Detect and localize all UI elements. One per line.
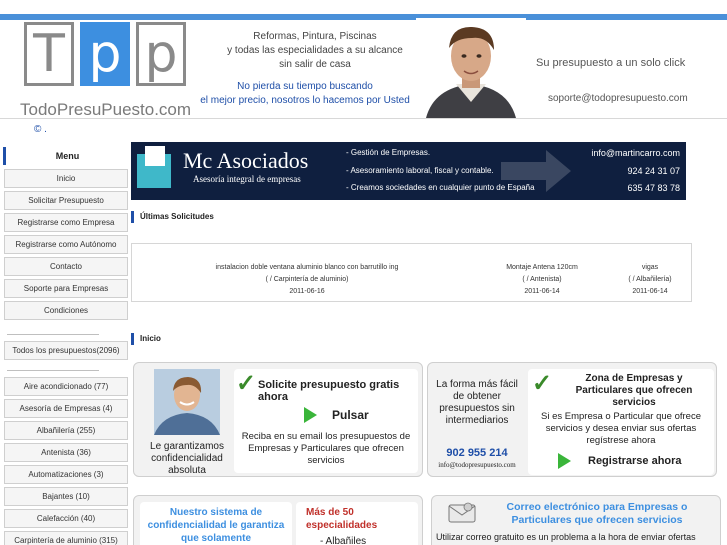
logo-letter-p: p: [136, 22, 186, 86]
register-now-button[interactable]: Registrarse ahora: [588, 455, 682, 467]
header-divider: [0, 118, 727, 119]
sidebar-menu-title: Menu: [3, 147, 129, 165]
confidentiality-text: Nuestro sistema de confidencialidad le g…: [147, 507, 285, 544]
sidebar-divider: [7, 334, 99, 335]
request-category: ( / Antenista): [522, 276, 562, 283]
banner-service-line: - Gestión de Empresas.: [346, 148, 431, 157]
email-service-headline: Correo electrónico para Empresas o Parti…: [506, 501, 688, 526]
banner-logo-icon-inner: [145, 146, 165, 166]
smiling-person-photo: [154, 369, 220, 435]
header-highlight: No pierda su tiempo buscando el mejor pr…: [190, 80, 420, 108]
sidebar-item-soporte-empresas[interactable]: Soporte para Empresas: [4, 279, 128, 298]
contact-phone: 902 955 214: [446, 447, 508, 459]
banner-phone: 635 47 83 78: [627, 183, 680, 193]
specialty-item: - Albañiles: [320, 536, 367, 545]
sidebar-item-registrarse-empresa[interactable]: Registrarse como Empresa: [4, 213, 128, 232]
email-service-description: Utilizar correo gratuito es un problema …: [436, 532, 696, 542]
confidentiality-note: Le garantizamos confidencialidad absolut…: [150, 441, 224, 476]
sidebar: Menu Inicio Solicitar Presupuesto Regist…: [3, 147, 129, 545]
confidentiality-panel: Nuestro sistema de confidencialidad le g…: [133, 495, 423, 545]
request-budget-description: Reciba en su email los presupuestos de E…: [241, 431, 411, 466]
request-date: 2011-06-14: [524, 288, 560, 295]
business-zone-headline: Zona de Empresas y Particulares que ofre…: [575, 373, 693, 408]
request-budget-panel[interactable]: Le garantizamos confidencialidad absolut…: [133, 362, 423, 477]
checkmark-icon: ✓: [532, 370, 553, 397]
confidentiality-card: Nuestro sistema de confidencialidad le g…: [140, 502, 292, 545]
email-service-panel[interactable]: Correo electrónico para Empresas o Parti…: [431, 495, 721, 545]
advertising-banner[interactable]: Mc Asociados Asesoría integral de empres…: [131, 142, 686, 200]
banner-phone: 924 24 31 07: [627, 166, 680, 176]
highlight-line: el mejor precio, nosotros lo hacemos por…: [200, 95, 410, 106]
business-zone-card[interactable]: ✓ Zona de Empresas y Particulares que of…: [528, 369, 714, 475]
specialties-title: Más de 50 especialidades: [306, 507, 378, 531]
business-zone-panel[interactable]: La forma más fácil de obtener presupuest…: [427, 362, 717, 477]
easy-way-note: La forma más fácil de obtener presupuest…: [436, 379, 518, 426]
category-item[interactable]: Carpintería de aluminio (315): [4, 531, 128, 545]
banner-arrow-graphic: [501, 150, 571, 192]
highlight-line: No pierda su tiempo buscando: [237, 81, 373, 92]
pulsar-button[interactable]: Pulsar: [332, 408, 369, 422]
tagline-line: y todas las especialidades a su alcance: [227, 45, 403, 56]
request-date: 2011-06-16: [289, 288, 325, 295]
checkmark-icon: ✓: [236, 370, 257, 397]
request-title[interactable]: Montaje Antena 120cm: [482, 262, 602, 274]
category-item[interactable]: Albañilería (255): [4, 421, 128, 440]
request-category: ( / Albañilería): [628, 276, 672, 283]
sidebar-item-inicio[interactable]: Inicio: [4, 169, 128, 188]
logo-letter-p-highlight: p: [80, 22, 130, 86]
request-budget-headline: Solicite presupuesto gratis ahora: [258, 379, 400, 403]
request-item[interactable]: Montaje Antena 120cm ( / Antenista) 2011…: [482, 262, 602, 298]
top-accent-bar: [0, 14, 727, 20]
play-arrow-icon: [304, 407, 317, 423]
banner-service-line: - Asesoramiento laboral, fiscal y contab…: [346, 166, 494, 175]
play-arrow-icon: [558, 453, 571, 469]
requests-section-title: Últimas Solicitudes: [131, 211, 214, 223]
banner-brand: Mc Asociados: [183, 148, 309, 173]
category-item[interactable]: Calefacción (40): [4, 509, 128, 528]
breadcrumb: © .: [34, 124, 47, 135]
category-item[interactable]: Asesoría de Empresas (4): [4, 399, 128, 418]
support-email-link[interactable]: soporte@todopresupuesto.com: [548, 93, 688, 104]
site-logo[interactable]: T p p TodoPresuPuesto.com: [20, 22, 192, 122]
logo-letter-t: T: [24, 22, 74, 86]
home-section-title: Inicio: [131, 333, 161, 345]
request-budget-card[interactable]: ✓ Solicite presupuesto gratis ahora Puls…: [234, 369, 418, 473]
header-slogan: Su presupuesto a un solo click: [536, 57, 686, 69]
banner-email: info@martincarro.com: [591, 148, 680, 158]
category-item[interactable]: Automatizaciones (3): [4, 465, 128, 484]
envelope-icon: [448, 501, 476, 525]
sidebar-item-condiciones[interactable]: Condiciones: [4, 301, 128, 320]
logo-text: TodoPresuPuesto.com: [20, 100, 192, 119]
header-tagline: Reformas, Pintura, Piscinas y todas las …: [205, 30, 425, 72]
category-item[interactable]: Bajantes (10): [4, 487, 128, 506]
requests-list: instalacion doble ventana aluminio blanc…: [131, 243, 692, 302]
category-item[interactable]: Aire acondicionado (77): [4, 377, 128, 396]
banner-subtitle: Asesoría integral de empresas: [193, 174, 301, 184]
sidebar-item-todos-presupuestos[interactable]: Todos los presupuestos(2096): [4, 341, 128, 360]
sidebar-item-contacto[interactable]: Contacto: [4, 257, 128, 276]
request-title[interactable]: vigas: [610, 262, 690, 274]
business-zone-description: Si es Empresa o Particular que ofrece se…: [541, 411, 701, 446]
request-item[interactable]: instalacion doble ventana aluminio blanc…: [194, 262, 420, 298]
category-item[interactable]: Antenista (36): [4, 443, 128, 462]
specialties-card: Más de 50 especialidades - Albañiles: [296, 502, 418, 545]
sidebar-item-registrarse-autonomo[interactable]: Registrarse como Autónomo: [4, 235, 128, 254]
sidebar-divider: [7, 370, 99, 371]
request-category: ( / Carpintería de aluminio): [265, 276, 349, 283]
tagline-line: sin salir de casa: [279, 59, 351, 70]
request-date: 2011-06-14: [632, 288, 668, 295]
tagline-line: Reformas, Pintura, Piscinas: [253, 31, 377, 42]
request-item[interactable]: vigas ( / Albañilería) 2011-06-14: [610, 262, 690, 298]
header-person-photo: [416, 18, 526, 118]
contact-email[interactable]: info@todopresupuesto.com: [431, 461, 523, 469]
sidebar-item-solicitar-presupuesto[interactable]: Solicitar Presupuesto: [4, 191, 128, 210]
request-title[interactable]: instalacion doble ventana aluminio blanc…: [194, 262, 420, 274]
